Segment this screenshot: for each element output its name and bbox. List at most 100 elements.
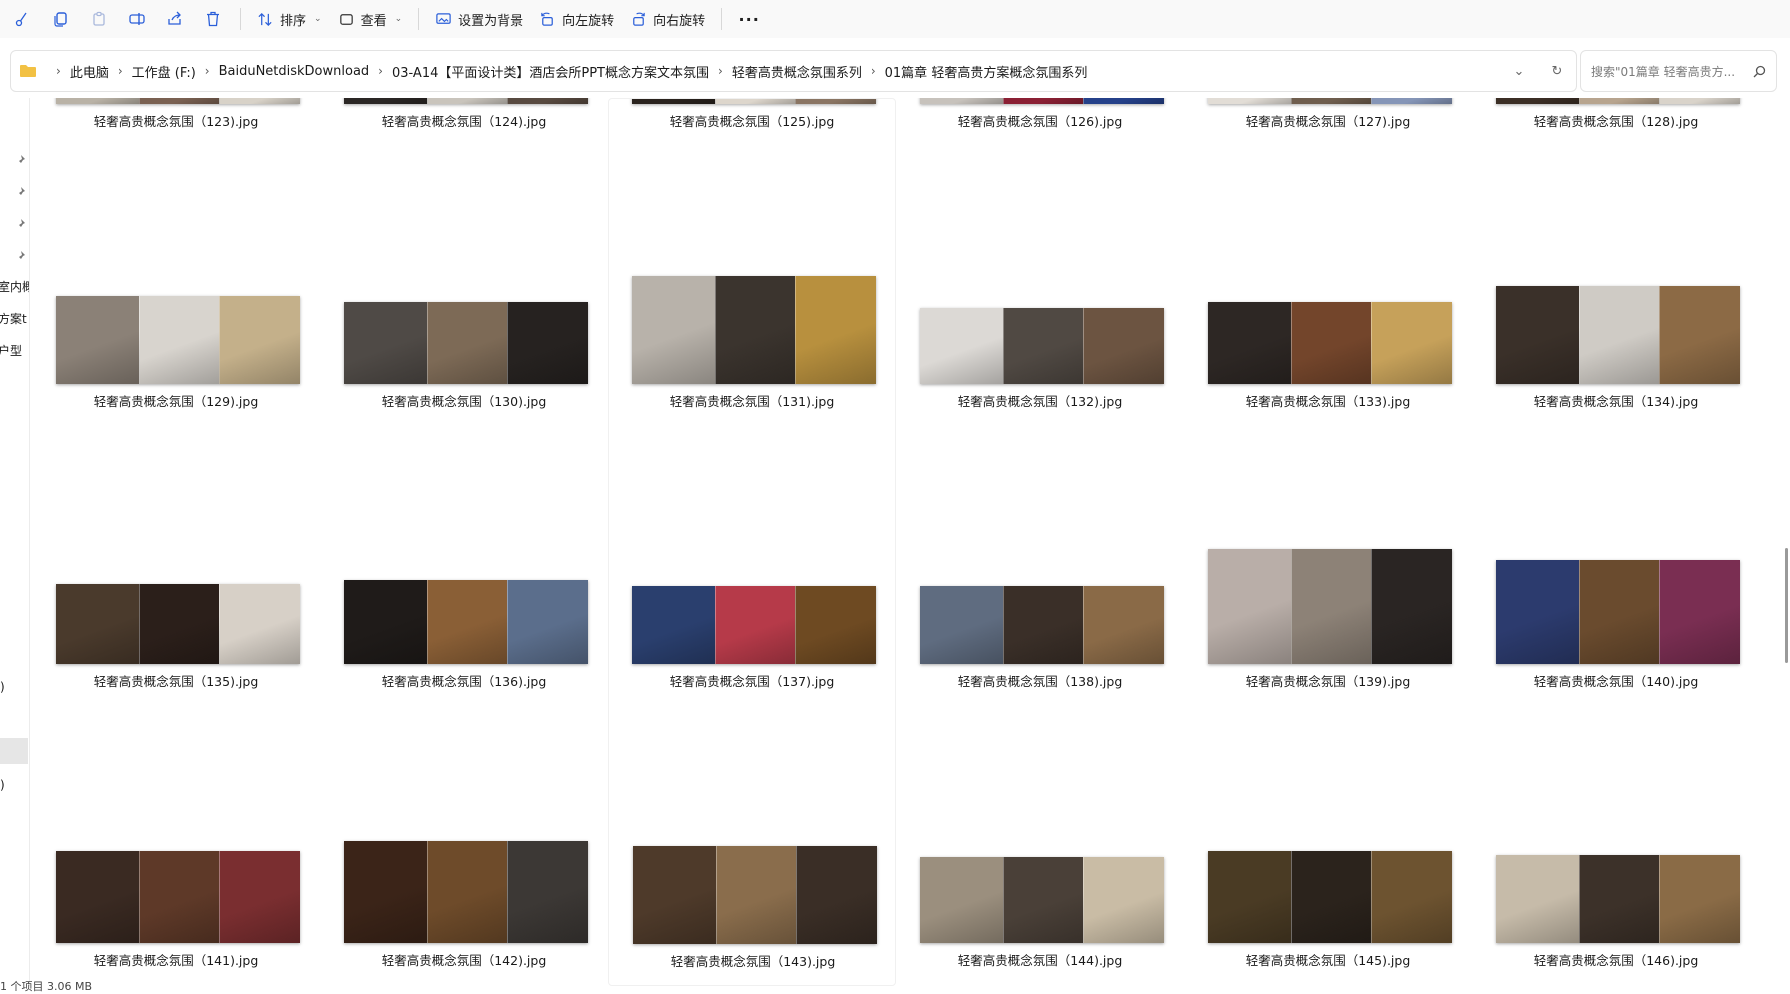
copy-icon[interactable] bbox=[42, 4, 80, 34]
image-thumbnail[interactable] bbox=[344, 841, 588, 943]
rename-icon[interactable] bbox=[118, 4, 156, 34]
breadcrumb-this-pc[interactable]: 此电脑 bbox=[70, 62, 109, 81]
address-bar[interactable]: › 此电脑 › 工作盘 (F:) › BaiduNetdiskDownload … bbox=[10, 50, 1577, 92]
image-thumbnail[interactable] bbox=[344, 98, 588, 104]
file-name[interactable]: 轻奢高贵概念氛围（124).jpg bbox=[320, 111, 608, 130]
file-name[interactable]: 轻奢高贵概念氛围（125).jpg bbox=[608, 111, 896, 130]
file-name[interactable]: 轻奢高贵概念氛围（135).jpg bbox=[32, 671, 320, 690]
search-box[interactable]: 搜索"01篇章 轻奢高贵方... bbox=[1580, 50, 1777, 92]
file-name[interactable]: 轻奢高贵概念氛围（131).jpg bbox=[608, 391, 896, 410]
delete-icon[interactable] bbox=[194, 4, 232, 34]
file-name[interactable]: 轻奢高贵概念氛围（133).jpg bbox=[1184, 391, 1472, 410]
file-name[interactable]: 轻奢高贵概念氛围（123).jpg bbox=[32, 111, 320, 130]
file-item[interactable]: 轻奢高贵概念氛围（132).jpg bbox=[896, 98, 1184, 986]
breadcrumb-baidu[interactable]: BaiduNetdiskDownload bbox=[219, 64, 370, 79]
file-name[interactable]: 轻奢高贵概念氛围（139).jpg bbox=[1184, 671, 1472, 690]
pin-icon[interactable] bbox=[14, 218, 26, 230]
cut-icon[interactable] bbox=[4, 4, 42, 34]
image-thumbnail[interactable] bbox=[920, 308, 1164, 384]
file-item[interactable]: 轻奢高贵概念氛围（141).jpg bbox=[32, 98, 320, 986]
image-thumbnail[interactable] bbox=[1208, 851, 1452, 943]
file-item[interactable]: 轻奢高贵概念氛围（138).jpg bbox=[896, 98, 1184, 986]
thumbnail-segment bbox=[632, 276, 715, 384]
file-name[interactable]: 轻奢高贵概念氛围（142).jpg bbox=[320, 950, 608, 969]
more-options-button[interactable]: ··· bbox=[730, 4, 768, 34]
file-item[interactable]: 轻奢高贵概念氛围（144).jpg bbox=[896, 98, 1184, 986]
image-thumbnail[interactable] bbox=[920, 586, 1164, 664]
image-thumbnail[interactable] bbox=[633, 846, 877, 944]
file-name[interactable]: 轻奢高贵概念氛围（129).jpg bbox=[32, 391, 320, 410]
breadcrumb-series[interactable]: 轻奢高贵概念氛围系列 bbox=[732, 62, 862, 81]
rotate-left-button[interactable]: 向左旋转 bbox=[531, 4, 622, 34]
view-button[interactable]: 查看 ⌄ bbox=[330, 4, 411, 34]
file-name[interactable]: 轻奢高贵概念氛围（128).jpg bbox=[1472, 111, 1760, 130]
pin-icon[interactable] bbox=[14, 154, 26, 166]
file-item[interactable]: 轻奢高贵概念氛围（128).jpg bbox=[1472, 98, 1760, 986]
file-item[interactable]: 轻奢高贵概念氛围（134).jpg bbox=[1472, 98, 1760, 986]
file-item[interactable]: 轻奢高贵概念氛围（140).jpg bbox=[1472, 98, 1760, 986]
file-item[interactable]: 轻奢高贵概念氛围（143).jpg bbox=[608, 98, 896, 986]
file-item[interactable]: 轻奢高贵概念氛围（146).jpg bbox=[1472, 98, 1760, 986]
share-icon[interactable] bbox=[156, 4, 194, 34]
image-thumbnail[interactable] bbox=[1496, 560, 1740, 664]
file-name[interactable]: 轻奢高贵概念氛围（132).jpg bbox=[896, 391, 1184, 410]
nav-item-fragment[interactable]: ) bbox=[0, 680, 5, 694]
file-name[interactable]: 轻奢高贵概念氛围（144).jpg bbox=[896, 950, 1184, 969]
image-thumbnail[interactable] bbox=[56, 584, 300, 664]
image-thumbnail[interactable] bbox=[1496, 286, 1740, 384]
set-background-button[interactable]: 设置为背景 bbox=[427, 4, 531, 34]
image-thumbnail[interactable] bbox=[56, 851, 300, 943]
image-thumbnail[interactable] bbox=[1496, 98, 1740, 104]
image-thumbnail[interactable] bbox=[344, 580, 588, 664]
breadcrumb-current[interactable]: 01篇章 轻奢高贵方案概念氛围系列 bbox=[885, 62, 1088, 81]
file-name[interactable]: 轻奢高贵概念氛围（138).jpg bbox=[896, 671, 1184, 690]
file-name[interactable]: 轻奢高贵概念氛围（127).jpg bbox=[1184, 111, 1472, 130]
file-name[interactable]: 轻奢高贵概念氛围（130).jpg bbox=[320, 391, 608, 410]
paste-icon[interactable] bbox=[80, 4, 118, 34]
file-name[interactable]: 轻奢高贵概念氛围（134).jpg bbox=[1472, 391, 1760, 410]
image-thumbnail[interactable] bbox=[632, 586, 876, 664]
file-name[interactable]: 轻奢高贵概念氛围（146).jpg bbox=[1472, 950, 1760, 969]
nav-item-selected[interactable] bbox=[0, 738, 28, 764]
image-thumbnail[interactable] bbox=[920, 857, 1164, 943]
file-name[interactable]: 轻奢高贵概念氛围（143).jpg bbox=[609, 951, 897, 970]
file-item[interactable]: 轻奢高贵概念氛围（142).jpg bbox=[320, 98, 608, 986]
chevron-right-icon[interactable]: › bbox=[118, 64, 123, 78]
nav-item-fragment[interactable]: 室内概 bbox=[0, 278, 29, 295]
file-name[interactable]: 轻奢高贵概念氛围（141).jpg bbox=[32, 950, 320, 969]
image-thumbnail[interactable] bbox=[56, 296, 300, 384]
image-thumbnail[interactable] bbox=[1208, 98, 1452, 104]
chevron-right-icon[interactable]: › bbox=[378, 64, 383, 78]
rotate-right-button[interactable]: 向右旋转 bbox=[622, 4, 713, 34]
sort-button[interactable]: 排序 ⌄ bbox=[249, 4, 330, 34]
history-dropdown-icon[interactable]: ⌄ bbox=[1500, 64, 1538, 79]
pin-icon[interactable] bbox=[14, 186, 26, 198]
file-name[interactable]: 轻奢高贵概念氛围（140).jpg bbox=[1472, 671, 1760, 690]
file-name[interactable]: 轻奢高贵概念氛围（145).jpg bbox=[1184, 950, 1472, 969]
pin-icon[interactable] bbox=[14, 250, 26, 262]
image-thumbnail[interactable] bbox=[344, 302, 588, 384]
image-thumbnail[interactable] bbox=[1208, 549, 1452, 664]
chevron-right-icon[interactable]: › bbox=[718, 64, 723, 78]
breadcrumb-drive[interactable]: 工作盘 (F:) bbox=[132, 62, 196, 81]
image-thumbnail[interactable] bbox=[632, 276, 876, 384]
image-thumbnail[interactable] bbox=[1208, 302, 1452, 384]
chevron-right-icon[interactable]: › bbox=[205, 64, 210, 78]
file-name[interactable]: 轻奢高贵概念氛围（136).jpg bbox=[320, 671, 608, 690]
vertical-scrollbar[interactable] bbox=[1784, 98, 1790, 986]
image-thumbnail[interactable] bbox=[632, 98, 876, 104]
file-item[interactable]: 轻奢高贵概念氛围（126).jpg bbox=[896, 98, 1184, 986]
nav-item-fragment[interactable]: 户型 bbox=[0, 342, 22, 359]
file-name[interactable]: 轻奢高贵概念氛围（137).jpg bbox=[608, 671, 896, 690]
image-thumbnail[interactable] bbox=[1496, 855, 1740, 943]
nav-item-fragment[interactable]: 方案t bbox=[0, 310, 27, 327]
nav-item-fragment[interactable]: ) bbox=[0, 778, 5, 792]
file-name[interactable]: 轻奢高贵概念氛围（126).jpg bbox=[896, 111, 1184, 130]
chevron-right-icon[interactable]: › bbox=[871, 64, 876, 78]
image-thumbnail[interactable] bbox=[920, 98, 1164, 104]
file-item[interactable]: 轻奢高贵概念氛围（145).jpg bbox=[1184, 98, 1472, 986]
breadcrumb-a14[interactable]: 03-A14【平面设计类】酒店会所PPT概念方案文本氛围 bbox=[392, 62, 709, 81]
refresh-icon[interactable]: ↻ bbox=[1538, 64, 1576, 79]
scrollbar-thumb[interactable] bbox=[1785, 548, 1788, 663]
image-thumbnail[interactable] bbox=[56, 98, 300, 104]
